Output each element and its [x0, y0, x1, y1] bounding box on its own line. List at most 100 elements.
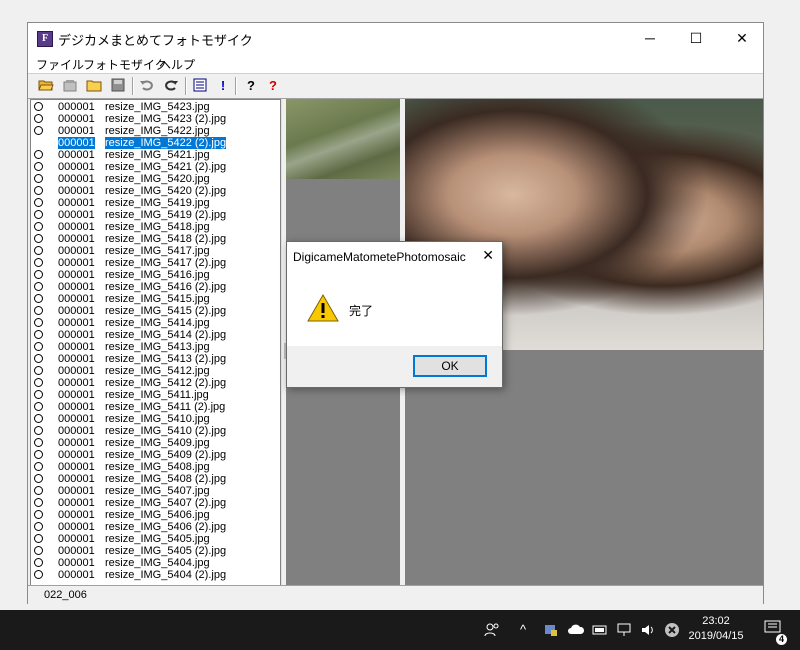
item-filename: resize_IMG_5421 (2).jpg: [105, 161, 227, 173]
item-filename: resize_IMG_5416.jpg: [105, 269, 210, 281]
app-icon[interactable]: F: [37, 31, 53, 47]
list-item[interactable]: 000001 resize_IMG_5413 (2).jpg: [31, 353, 280, 365]
help-icon[interactable]: ?: [242, 77, 260, 95]
list-item[interactable]: 000001 resize_IMG_5418.jpg: [31, 221, 280, 233]
list-item[interactable]: 000001 resize_IMG_5413.jpg: [31, 341, 280, 353]
title-bar[interactable]: F デジカメまとめてフォトモザイク ─ ☐ ✕: [28, 23, 763, 53]
item-filename: resize_IMG_5421.jpg: [105, 149, 210, 161]
notification-badge: 4: [776, 634, 787, 645]
item-filename: resize_IMG_5416 (2).jpg: [105, 281, 227, 293]
item-filename: resize_IMG_5405.jpg: [105, 533, 210, 545]
list-item[interactable]: 000001 resize_IMG_5411 (2).jpg: [31, 401, 280, 413]
ok-button[interactable]: OK: [413, 355, 487, 377]
save-icon[interactable]: [109, 77, 127, 95]
network-icon[interactable]: [616, 622, 632, 641]
list-item[interactable]: 000001 resize_IMG_5421 (2).jpg: [31, 161, 280, 173]
list-item[interactable]: 000001 resize_IMG_5416.jpg: [31, 269, 280, 281]
menu-help[interactable]: ヘルプ: [159, 56, 195, 73]
context-help-icon[interactable]: ?: [264, 77, 282, 95]
list-item[interactable]: 000001 resize_IMG_5423 (2).jpg: [31, 113, 280, 125]
list-icon[interactable]: [191, 77, 209, 95]
folder-icon[interactable]: [85, 77, 103, 95]
source-thumbnail-image: [286, 99, 400, 179]
dialog-close-button[interactable]: ✕: [482, 247, 494, 264]
maximize-button[interactable]: ☐: [673, 23, 719, 53]
item-number: 000001: [58, 185, 95, 197]
window-title: デジカメまとめてフォトモザイク: [58, 33, 253, 48]
minimize-button[interactable]: ─: [627, 23, 673, 53]
item-number: 000001: [58, 473, 95, 485]
status-bar: 022_006: [28, 585, 763, 604]
item-number: 000001: [58, 125, 95, 137]
item-number: 000001: [58, 485, 95, 497]
list-item[interactable]: 000001 resize_IMG_5423.jpg: [31, 101, 280, 113]
list-item[interactable]: 000001 resize_IMG_5407.jpg: [31, 485, 280, 497]
list-item[interactable]: 000001 resize_IMG_5405 (2).jpg: [31, 545, 280, 557]
dialog-message: 完了: [349, 304, 374, 318]
radio-circle-icon: [34, 558, 43, 567]
list-item[interactable]: 000001 resize_IMG_5408.jpg: [31, 461, 280, 473]
close-button[interactable]: ✕: [719, 23, 765, 53]
status-x-icon[interactable]: [664, 622, 680, 641]
list-item[interactable]: 000001 resize_IMG_5409 (2).jpg: [31, 449, 280, 461]
menu-photomosaic[interactable]: フォトモザイク: [83, 56, 167, 73]
system-clock[interactable]: 23:02 2019/04/15: [688, 614, 744, 644]
list-item[interactable]: 000001 resize_IMG_5405.jpg: [31, 533, 280, 545]
exclaim-icon[interactable]: !: [214, 77, 232, 95]
menu-file[interactable]: ファイル: [36, 56, 84, 73]
list-item[interactable]: 000001 resize_IMG_5414 (2).jpg: [31, 329, 280, 341]
list-item[interactable]: 000001 resize_IMG_5421.jpg: [31, 149, 280, 161]
list-item[interactable]: 000001 resize_IMG_5406.jpg: [31, 509, 280, 521]
list-item[interactable]: 000001 resize_IMG_5422 (2).jpg: [31, 137, 280, 149]
item-number: 000001: [58, 341, 95, 353]
network-drive-icon[interactable]: [543, 622, 559, 641]
open-folder-icon[interactable]: [37, 77, 55, 95]
item-filename: resize_IMG_5415.jpg: [105, 293, 210, 305]
list-item[interactable]: 000001 resize_IMG_5404.jpg: [31, 557, 280, 569]
list-item[interactable]: 000001 resize_IMG_5419.jpg: [31, 197, 280, 209]
redo-icon[interactable]: [162, 77, 180, 95]
list-item[interactable]: 000001 resize_IMG_5406 (2).jpg: [31, 521, 280, 533]
item-filename: resize_IMG_5420 (2).jpg: [105, 185, 227, 197]
list-item[interactable]: 000001 resize_IMG_5415.jpg: [31, 293, 280, 305]
list-item[interactable]: 000001 resize_IMG_5412.jpg: [31, 365, 280, 377]
item-number: 000001: [58, 197, 95, 209]
item-number: 000001: [58, 425, 95, 437]
list-item[interactable]: 000001 resize_IMG_5407 (2).jpg: [31, 497, 280, 509]
list-item[interactable]: 000001 resize_IMG_5404 (2).jpg: [31, 569, 280, 581]
list-item[interactable]: 000001 resize_IMG_5420.jpg: [31, 173, 280, 185]
new-icon[interactable]: [61, 77, 79, 95]
cloud-icon[interactable]: [567, 622, 585, 639]
item-filename: resize_IMG_5404 (2).jpg: [105, 569, 227, 581]
list-item[interactable]: 000001 resize_IMG_5409.jpg: [31, 437, 280, 449]
item-number: 000001: [58, 233, 95, 245]
list-item[interactable]: 000001 resize_IMG_5410 (2).jpg: [31, 425, 280, 437]
message-dialog: DigicameMatometePhotomosaic ✕ 完了 OK: [286, 241, 503, 388]
chevron-up-icon[interactable]: ^: [520, 622, 526, 637]
list-item[interactable]: 000001 resize_IMG_5414.jpg: [31, 317, 280, 329]
list-item[interactable]: 000001 resize_IMG_5411.jpg: [31, 389, 280, 401]
list-item[interactable]: 000001 resize_IMG_5420 (2).jpg: [31, 185, 280, 197]
item-number: 000001: [58, 569, 95, 581]
list-item[interactable]: 000001 resize_IMG_5408 (2).jpg: [31, 473, 280, 485]
item-number: 000001: [58, 113, 95, 125]
list-item[interactable]: 000001 resize_IMG_5417 (2).jpg: [31, 257, 280, 269]
list-item[interactable]: 000001 resize_IMG_5417.jpg: [31, 245, 280, 257]
people-icon[interactable]: [484, 622, 500, 641]
list-item[interactable]: 000001 resize_IMG_5415 (2).jpg: [31, 305, 280, 317]
file-list[interactable]: 000001 resize_IMG_5423.jpg 000001 resize_IM…: [30, 99, 281, 587]
clock-time: 23:02: [702, 615, 730, 627]
item-number: 000001: [58, 353, 95, 365]
undo-icon[interactable]: [138, 77, 156, 95]
item-filename: resize_IMG_5410 (2).jpg: [105, 425, 227, 437]
list-item[interactable]: 000001 resize_IMG_5412 (2).jpg: [31, 377, 280, 389]
item-number: 000001: [58, 557, 95, 569]
item-filename: resize_IMG_5422 (2).jpg: [105, 137, 227, 149]
list-item[interactable]: 000001 resize_IMG_5416 (2).jpg: [31, 281, 280, 293]
battery-icon[interactable]: [592, 622, 608, 641]
volume-icon[interactable]: [640, 622, 656, 641]
list-item[interactable]: 000001 resize_IMG_5419 (2).jpg: [31, 209, 280, 221]
list-item[interactable]: 000001 resize_IMG_5410.jpg: [31, 413, 280, 425]
list-item[interactable]: 000001 resize_IMG_5418 (2).jpg: [31, 233, 280, 245]
list-item[interactable]: 000001 resize_IMG_5422.jpg: [31, 125, 280, 137]
